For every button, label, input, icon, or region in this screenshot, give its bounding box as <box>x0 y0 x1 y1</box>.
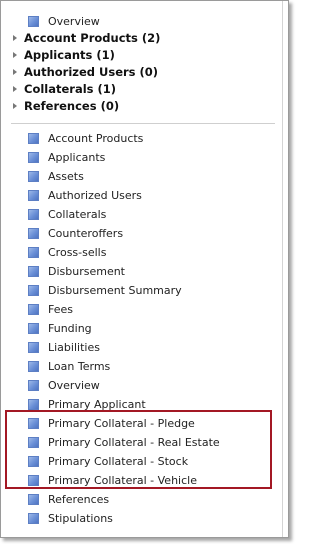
group-label: References (0) <box>24 99 120 113</box>
expand-arrow-icon[interactable] <box>13 86 17 92</box>
nav-item-label: Collaterals <box>48 207 107 221</box>
expand-arrow-icon[interactable] <box>13 103 17 109</box>
page-icon <box>28 322 39 334</box>
page-icon <box>28 170 39 182</box>
page-icon <box>28 15 39 27</box>
highlight-box <box>5 410 272 489</box>
group-label: Applicants (1) <box>24 48 115 62</box>
group-label: Account Products (2) <box>24 31 161 45</box>
page-icon <box>28 265 39 277</box>
page-icon <box>28 227 39 239</box>
page-icon <box>28 379 39 391</box>
section-divider <box>11 123 275 124</box>
nav-item-label: References <box>48 492 110 506</box>
nav-item-label: Counteroffers <box>48 226 124 240</box>
nav-item-overview-top[interactable]: Overview <box>28 12 100 30</box>
group-account-products[interactable]: Account Products (2) <box>13 29 160 47</box>
nav-item-loan-terms[interactable]: Loan Terms <box>28 357 110 375</box>
nav-item-label: Loan Terms <box>48 359 111 373</box>
nav-item-authorized-users[interactable]: Authorized Users <box>28 186 142 204</box>
nav-item-cross-sells[interactable]: Cross-sells <box>28 243 106 261</box>
nav-item-applicants[interactable]: Applicants <box>28 148 105 166</box>
nav-item-label: Overview <box>48 378 100 392</box>
expand-arrow-icon[interactable] <box>13 69 17 75</box>
nav-item-references[interactable]: References <box>28 490 109 508</box>
nav-item-label: Authorized Users <box>48 188 142 202</box>
expand-arrow-icon[interactable] <box>13 52 17 58</box>
page-icon <box>28 208 39 220</box>
nav-item-label: Liabilities <box>48 340 100 354</box>
group-collaterals[interactable]: Collaterals (1) <box>13 80 116 98</box>
nav-item-disbursement-summary[interactable]: Disbursement Summary <box>28 281 182 299</box>
group-label: Authorized Users (0) <box>24 65 159 79</box>
nav-item-overview[interactable]: Overview <box>28 376 100 394</box>
page-icon <box>28 303 39 315</box>
nav-item-liabilities[interactable]: Liabilities <box>28 338 100 356</box>
page-icon <box>28 189 39 201</box>
page-icon <box>28 246 39 258</box>
nav-item-disbursement[interactable]: Disbursement <box>28 262 125 280</box>
group-applicants[interactable]: Applicants (1) <box>13 46 115 64</box>
page-icon <box>28 341 39 353</box>
nav-item-assets[interactable]: Assets <box>28 167 84 185</box>
page-icon <box>28 493 39 505</box>
nav-item-label: Funding <box>48 321 92 335</box>
nav-item-label: Fees <box>48 302 73 316</box>
page-icon <box>28 512 39 524</box>
nav-item-funding[interactable]: Funding <box>28 319 92 337</box>
nav-item-account-products[interactable]: Account Products <box>28 129 143 147</box>
expand-arrow-icon[interactable] <box>13 35 17 41</box>
page-icon <box>28 132 39 144</box>
group-references[interactable]: References (0) <box>13 97 119 115</box>
nav-item-stipulations[interactable]: Stipulations <box>28 509 113 527</box>
nav-item-label: Account Products <box>48 131 144 145</box>
nav-item-fees[interactable]: Fees <box>28 300 73 318</box>
nav-item-label: Cross-sells <box>48 245 107 259</box>
nav-item-collaterals[interactable]: Collaterals <box>28 205 106 223</box>
nav-item-label: Disbursement Summary <box>48 283 182 297</box>
page-icon <box>28 284 39 296</box>
navigation-panel: Overview Account Products (2) Applicants… <box>0 0 289 538</box>
nav-item-counteroffers[interactable]: Counteroffers <box>28 224 123 242</box>
nav-item-label: Primary Applicant <box>48 397 146 411</box>
nav-item-label: Disbursement <box>48 264 125 278</box>
page-icon <box>28 398 39 410</box>
page-icon <box>28 360 39 372</box>
page-icon <box>28 151 39 163</box>
nav-item-label: Stipulations <box>48 511 113 525</box>
nav-item-label: Assets <box>48 169 84 183</box>
nav-item-label: Applicants <box>48 150 106 164</box>
group-authorized-users[interactable]: Authorized Users (0) <box>13 63 158 81</box>
nav-item-label: Overview <box>48 14 100 28</box>
group-label: Collaterals (1) <box>24 82 117 96</box>
scrollbar-track[interactable] <box>282 1 283 537</box>
